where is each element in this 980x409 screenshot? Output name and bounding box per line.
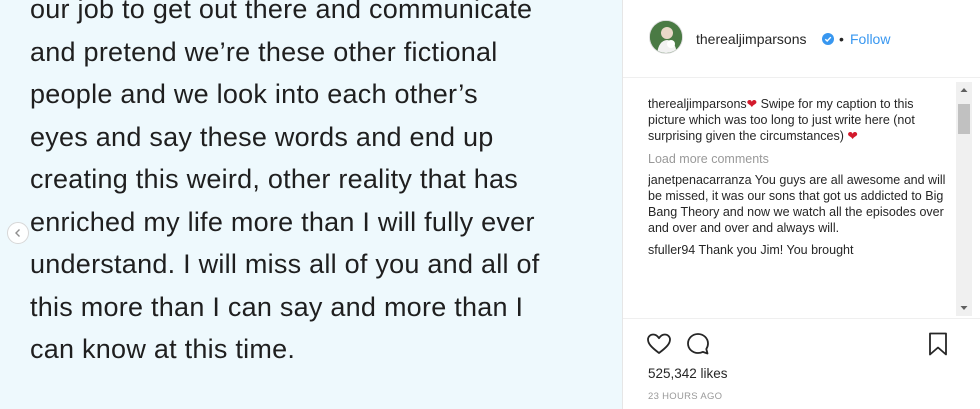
heart-icon[interactable] — [645, 330, 673, 358]
likes-count[interactable]: 525,342 likes — [648, 366, 728, 381]
scroll-thumb[interactable] — [958, 104, 970, 134]
carousel-prev-button[interactable] — [7, 222, 29, 244]
action-bar — [623, 328, 980, 364]
comment-icon[interactable] — [684, 330, 712, 358]
actions-divider — [623, 318, 980, 319]
avatar-image — [650, 21, 682, 53]
scroll-down-icon — [960, 306, 968, 310]
load-more-comments-button[interactable]: Load more comments — [648, 152, 948, 166]
heart-emoji: ❤ — [746, 97, 758, 111]
scroll-up-icon — [960, 88, 968, 92]
post-text-line: creating this weird, other reality that … — [30, 164, 518, 194]
header-divider — [623, 77, 980, 78]
post-text-line: people and we look into each other’s — [30, 79, 478, 109]
comments-list: therealjimparsons❤ Swipe for my caption … — [648, 96, 948, 318]
comments-scrollbar[interactable] — [956, 82, 972, 316]
post-timestamp[interactable]: 23 HOURS AGO — [648, 391, 722, 402]
comment: janetpenacarranza You guys are all aweso… — [648, 172, 948, 236]
heart-emoji: ❤ — [847, 129, 858, 143]
header-separator: • — [839, 31, 844, 47]
post-sidebar: therealjimparsons • Follow therealjimpar… — [623, 0, 980, 409]
post-text-line: understand. I will miss all of you and a… — [30, 249, 540, 279]
caption: therealjimparsons❤ Swipe for my caption … — [648, 96, 948, 144]
chevron-left-icon — [15, 229, 20, 237]
post-image: our job to get out there and communicate… — [0, 0, 622, 409]
scroll-up-button[interactable] — [956, 82, 972, 98]
scroll-down-button[interactable] — [956, 300, 972, 316]
header-username[interactable]: therealjimparsons — [696, 31, 807, 47]
comment: sfuller94 Thank you Jim! You brought — [648, 242, 948, 258]
verified-badge-icon — [822, 33, 834, 45]
bookmark-icon[interactable] — [924, 330, 952, 358]
comment-text: Thank you Jim! You brought — [695, 243, 854, 257]
post-text-line: and pretend we’re these other fictional — [30, 36, 498, 67]
post-image-text: our job to get out there and communicate… — [30, 0, 620, 371]
post-text-line: enriched my life more than I will fully … — [30, 206, 535, 237]
caption-username[interactable]: therealjimparsons — [648, 97, 747, 111]
post-text-line: this more than I can say and more than I — [30, 291, 524, 322]
comment-username[interactable]: janetpenacarranza — [648, 173, 752, 187]
post-text-line: eyes and say these words and end up — [30, 121, 494, 152]
follow-button[interactable]: Follow — [850, 31, 890, 47]
post-text-line: our job to get out there and communicate — [30, 0, 533, 24]
post-text-line: can know at this time. — [30, 334, 296, 364]
post-header: therealjimparsons • Follow — [623, 0, 980, 78]
comment-username[interactable]: sfuller94 — [648, 243, 695, 257]
avatar[interactable] — [649, 20, 683, 54]
